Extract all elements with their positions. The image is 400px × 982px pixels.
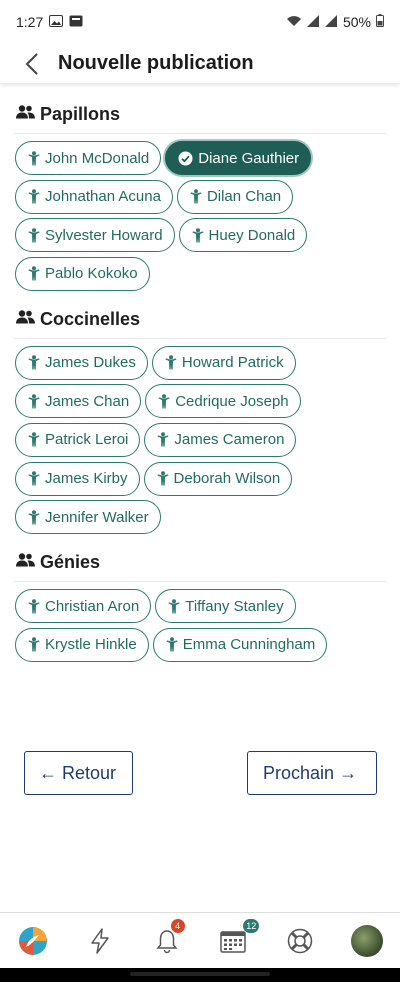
- member-chip[interactable]: James Cameron: [144, 422, 297, 457]
- member-chip[interactable]: James Chan: [15, 384, 142, 419]
- person-icon: [157, 471, 169, 486]
- member-chip[interactable]: Krystle Hinkle: [15, 627, 149, 662]
- member-chip[interactable]: Christian Aron: [15, 589, 152, 624]
- app-logo-icon: [19, 926, 48, 955]
- page-title: Nouvelle publication: [58, 52, 254, 74]
- next-button[interactable]: Prochain →: [247, 751, 377, 795]
- lightning-icon: [91, 927, 109, 954]
- nav-notifications[interactable]: 4: [147, 918, 187, 961]
- group-icon: [16, 310, 35, 329]
- group-papillons: Papillons John McDonald Diane Gauthier J…: [14, 100, 386, 291]
- person-icon: [190, 189, 202, 204]
- group-icon: [16, 553, 35, 572]
- member-chip[interactable]: Emma Cunningham: [152, 627, 328, 662]
- member-chip[interactable]: Huey Donald: [178, 218, 308, 253]
- person-icon: [28, 509, 40, 525]
- lifebuoy-icon: [287, 928, 313, 953]
- nav-home-logo[interactable]: [13, 921, 53, 961]
- battery-icon: [376, 14, 384, 30]
- member-chip[interactable]: Jennifer Walker: [15, 500, 161, 535]
- wifi-icon: [286, 14, 302, 30]
- groups-list: Papillons John McDonald Diane Gauthier J…: [0, 84, 400, 662]
- group-title: Génies: [40, 552, 101, 573]
- member-chip[interactable]: Cedrique Joseph: [145, 384, 301, 419]
- group-icon: [16, 105, 35, 124]
- member-chips: James Dukes Howard Patrick James Chan Ce…: [14, 345, 386, 535]
- member-chip[interactable]: Deborah Wilson: [143, 461, 293, 496]
- status-bar: 1:27 50%: [0, 0, 400, 44]
- member-chip[interactable]: John McDonald: [15, 141, 162, 175]
- signal-icon: [306, 14, 320, 30]
- member-chip[interactable]: Howard Patrick: [151, 345, 296, 380]
- member-chip[interactable]: Tiffany Stanley: [155, 589, 296, 624]
- chevron-left-icon: [25, 52, 38, 75]
- person-icon: [192, 227, 204, 243]
- member-chip[interactable]: Sylvester Howard: [15, 218, 175, 253]
- notification-icon: [69, 14, 83, 30]
- nav-calendar[interactable]: 12: [213, 918, 260, 961]
- nav-activity[interactable]: [80, 921, 120, 961]
- person-icon: [28, 637, 40, 652]
- person-icon: [28, 227, 40, 243]
- notifications-badge: 4: [170, 918, 185, 933]
- person-icon: [165, 355, 177, 370]
- member-chip[interactable]: Pablo Kokoko: [15, 256, 150, 291]
- person-icon: [28, 471, 40, 486]
- bottom-navigation: 4 12: [0, 912, 400, 968]
- group-header: Papillons: [14, 100, 386, 134]
- arrow-left-icon: ←: [39, 762, 57, 783]
- member-chip[interactable]: James Kirby: [15, 461, 140, 496]
- home-indicator[interactable]: [130, 972, 270, 976]
- person-icon: [166, 637, 178, 652]
- back-arrow-button[interactable]: [20, 52, 44, 76]
- image-icon: [49, 14, 64, 30]
- member-chip[interactable]: James Dukes: [15, 345, 148, 380]
- step-navigation: ← Retour Prochain →: [24, 751, 377, 795]
- member-chip[interactable]: Dilan Chan: [176, 179, 294, 214]
- arrow-right-icon: →: [339, 762, 358, 783]
- person-icon: [28, 394, 40, 409]
- member-chip[interactable]: Johnathan Acuna: [15, 179, 173, 214]
- member-chips: John McDonald Diane Gauthier Johnathan A…: [14, 141, 386, 291]
- status-time: 1:27: [16, 14, 44, 30]
- avatar: [350, 924, 383, 957]
- app-bar: Nouvelle publication: [0, 44, 400, 84]
- group-coccinelles: Coccinelles James Dukes Howard Patrick J…: [14, 305, 386, 535]
- check-circle-icon: [178, 151, 193, 166]
- group-header: Coccinelles: [14, 305, 386, 339]
- person-icon: [157, 432, 169, 447]
- person-icon: [168, 598, 180, 614]
- nav-help[interactable]: [280, 921, 320, 961]
- screen: 1:27 50% Nouvelle publication Papillons …: [0, 0, 400, 982]
- nav-profile[interactable]: [347, 921, 387, 961]
- member-chip-selected[interactable]: Diane Gauthier: [165, 141, 312, 175]
- group-header: Génies: [14, 548, 386, 583]
- person-icon: [28, 355, 40, 370]
- back-button[interactable]: ← Retour: [24, 751, 133, 795]
- member-chip[interactable]: Patrick Leroi: [15, 422, 141, 457]
- person-icon: [28, 266, 40, 281]
- group-genies: Génies Christian Aron Tiffany Stanley Kr…: [14, 548, 386, 662]
- person-icon: [158, 394, 170, 409]
- group-title: Coccinelles: [40, 308, 141, 329]
- person-icon: [28, 150, 40, 166]
- battery-percent: 50%: [342, 14, 371, 30]
- person-icon: [28, 432, 40, 447]
- calendar-icon: [220, 930, 247, 953]
- person-icon: [28, 189, 40, 204]
- member-chips: Christian Aron Tiffany Stanley Krystle H…: [14, 589, 386, 662]
- person-icon: [28, 598, 40, 614]
- group-title: Papillons: [40, 104, 121, 124]
- signal-icon-2: [324, 14, 338, 30]
- calendar-badge: 12: [243, 918, 260, 933]
